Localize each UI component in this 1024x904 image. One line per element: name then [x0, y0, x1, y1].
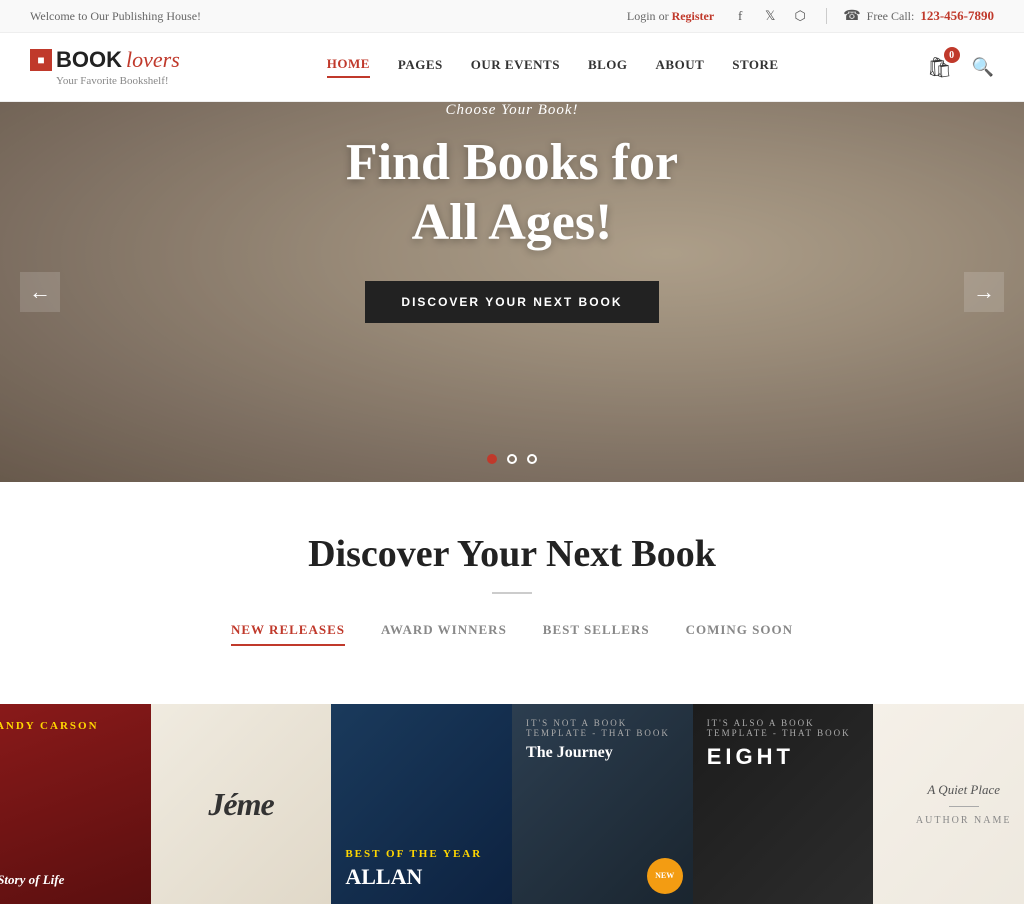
social-icons: f 𝕏 ⬡: [730, 6, 810, 26]
top-bar: Welcome to Our Publishing House! Login o…: [0, 0, 1024, 33]
book-cover-5: IT'S ALSO A BOOK TEMPLATE - THAT BOOK EI…: [693, 704, 874, 904]
phone-number[interactable]: 123-456-7890: [920, 8, 994, 24]
welcome-message: Welcome to Our Publishing House!: [30, 9, 201, 24]
hero-dots: [487, 454, 537, 464]
twitter-icon[interactable]: 𝕏: [760, 6, 780, 26]
hero-slider: ← → Choose Your Book! Find Books forAll …: [0, 102, 1024, 482]
free-call-label: Free Call:: [867, 9, 915, 24]
book-3-author: ALLAN: [345, 864, 498, 890]
book-card-1[interactable]: CANDY CARSON A Story of Life: [0, 704, 151, 904]
tab-best-sellers[interactable]: BEST SELLERS: [543, 622, 650, 646]
logo-icon: ■: [30, 49, 52, 71]
book-5-tagline: IT'S ALSO A BOOK TEMPLATE - THAT BOOK: [707, 718, 860, 738]
hero-content: Choose Your Book! Find Books forAll Ages…: [0, 102, 1024, 323]
hero-cta-button[interactable]: DISCOVER YOUR NEXT BOOK: [365, 281, 658, 323]
book-cover-4: IT'S NOT A BOOK TEMPLATE - THAT BOOK The…: [512, 704, 693, 904]
nav-pages[interactable]: PAGES: [398, 57, 443, 77]
book-1-content: CANDY CARSON A Story of Life: [0, 704, 151, 904]
book-card-6[interactable]: A Quiet Place AUTHOR NAME: [873, 704, 1024, 904]
discover-section: Discover Your Next Book NEW RELEASES AWA…: [0, 482, 1024, 704]
tab-award-winners[interactable]: AWARD WINNERS: [381, 622, 507, 646]
cart-button[interactable]: 🛍 0: [926, 53, 954, 81]
tab-new-releases[interactable]: NEW RELEASES: [231, 622, 345, 646]
book-cover-3: BEST OF THE YEAR ALLAN: [331, 704, 512, 904]
phone-icon: ☎: [843, 8, 860, 25]
instagram-icon[interactable]: ⬡: [790, 6, 810, 26]
hero-dot-3[interactable]: [527, 454, 537, 464]
book-cover-6: A Quiet Place AUTHOR NAME: [873, 704, 1024, 904]
logo-main: ■ BOOKlovers: [30, 47, 180, 73]
nav-about[interactable]: ABOUT: [656, 57, 705, 77]
logo-book-text: BOOK: [56, 47, 122, 73]
nav-home[interactable]: HOME: [327, 56, 370, 78]
book-5-title: EIGHT: [707, 744, 860, 770]
book-2-title-art: Jéme: [208, 786, 273, 823]
book-3-content: BEST OF THE YEAR ALLAN: [331, 704, 512, 904]
top-bar-right: Login or Register f 𝕏 ⬡ ☎ Free Call: 123…: [627, 6, 994, 26]
divider: [826, 8, 827, 24]
nav-store[interactable]: STORE: [732, 57, 778, 77]
book-tabs: NEW RELEASES AWARD WINNERS BEST SELLERS …: [30, 622, 994, 646]
facebook-icon[interactable]: f: [730, 6, 750, 26]
book-1-author: CANDY CARSON: [0, 720, 135, 732]
hero-subtitle: Choose Your Book!: [0, 102, 1024, 119]
book-6-divider: [949, 806, 979, 807]
nav-actions: 🛍 0 🔍: [926, 53, 994, 81]
book-card-5[interactable]: IT'S ALSO A BOOK TEMPLATE - THAT BOOK EI…: [693, 704, 874, 904]
register-link[interactable]: Register: [672, 9, 715, 23]
book-1-title: A Story of Life: [0, 872, 135, 888]
book-card-2[interactable]: Jéme: [151, 704, 332, 904]
login-link[interactable]: Login: [627, 9, 656, 23]
hero-next-arrow[interactable]: →: [964, 272, 1004, 312]
book-cover-2: Jéme: [151, 704, 332, 904]
auth-links: Login or Register: [627, 9, 714, 24]
search-button[interactable]: 🔍: [972, 57, 994, 78]
book-5-content: IT'S ALSO A BOOK TEMPLATE - THAT BOOK EI…: [693, 704, 874, 904]
main-nav: HOME PAGES OUR EVENTS BLOG ABOUT STORE: [327, 56, 779, 78]
phone-area: ☎ Free Call: 123-456-7890: [843, 8, 994, 25]
logo-lovers-text: lovers: [126, 47, 180, 73]
tab-coming-soon[interactable]: COMING SOON: [686, 622, 793, 646]
book-4-badge: NEW: [647, 858, 683, 894]
hero-dot-1[interactable]: [487, 454, 497, 464]
book-2-content: Jéme: [151, 704, 332, 904]
book-6-content: A Quiet Place AUTHOR NAME: [873, 704, 1024, 904]
book-card-4[interactable]: IT'S NOT A BOOK TEMPLATE - THAT BOOK The…: [512, 704, 693, 904]
hero-title: Find Books forAll Ages!: [0, 133, 1024, 253]
books-row: CANDY CARSON A Story of Life Jéme BEST O…: [0, 704, 1024, 904]
logo-tagline: Your Favorite Bookshelf!: [56, 75, 169, 87]
hero-prev-arrow[interactable]: ←: [20, 272, 60, 312]
book-6-author: AUTHOR NAME: [916, 815, 1012, 826]
book-4-title: The Journey: [526, 744, 679, 762]
header: ■ BOOKlovers Your Favorite Bookshelf! HO…: [0, 33, 1024, 102]
nav-events[interactable]: OUR EVENTS: [471, 57, 560, 77]
book-card-3[interactable]: BEST OF THE YEAR ALLAN: [331, 704, 512, 904]
book-4-tagline: IT'S NOT A BOOK TEMPLATE - THAT BOOK: [526, 718, 679, 738]
logo[interactable]: ■ BOOKlovers Your Favorite Bookshelf!: [30, 47, 180, 87]
section-divider: [492, 592, 532, 594]
discover-title: Discover Your Next Book: [30, 532, 994, 576]
hero-dot-2[interactable]: [507, 454, 517, 464]
cart-badge: 0: [944, 47, 960, 63]
nav-blog[interactable]: BLOG: [588, 57, 628, 77]
book-3-label: BEST OF THE YEAR: [345, 848, 498, 860]
book-cover-1: CANDY CARSON A Story of Life: [0, 704, 151, 904]
book-6-title: A Quiet Place: [927, 782, 1000, 798]
